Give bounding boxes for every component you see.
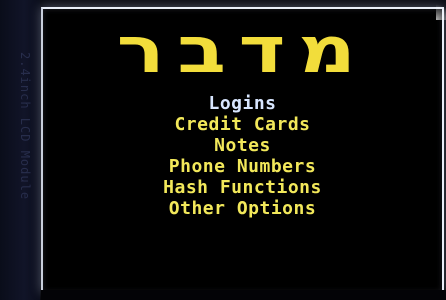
pcb-strip: 2.4inch LCD Module	[0, 0, 40, 300]
app-title: מדבר	[116, 14, 369, 88]
menu-item-phone-numbers[interactable]: Phone Numbers	[43, 156, 442, 177]
corner-glare	[436, 0, 446, 20]
main-menu: Logins Credit Cards Notes Phone Numbers …	[43, 93, 442, 219]
menu-item-credit-cards[interactable]: Credit Cards	[43, 114, 442, 135]
menu-item-notes[interactable]: Notes	[43, 135, 442, 156]
menu-item-other-options[interactable]: Other Options	[43, 198, 442, 219]
menu-item-hash-functions[interactable]: Hash Functions	[43, 177, 442, 198]
module-silkscreen-label: 2.4inch LCD Module	[18, 52, 32, 201]
menu-item-logins[interactable]: Logins	[43, 93, 442, 114]
bezel-bottom-edge	[41, 290, 446, 300]
lcd-screen: מדבר Logins Credit Cards Notes Phone Num…	[41, 7, 444, 292]
